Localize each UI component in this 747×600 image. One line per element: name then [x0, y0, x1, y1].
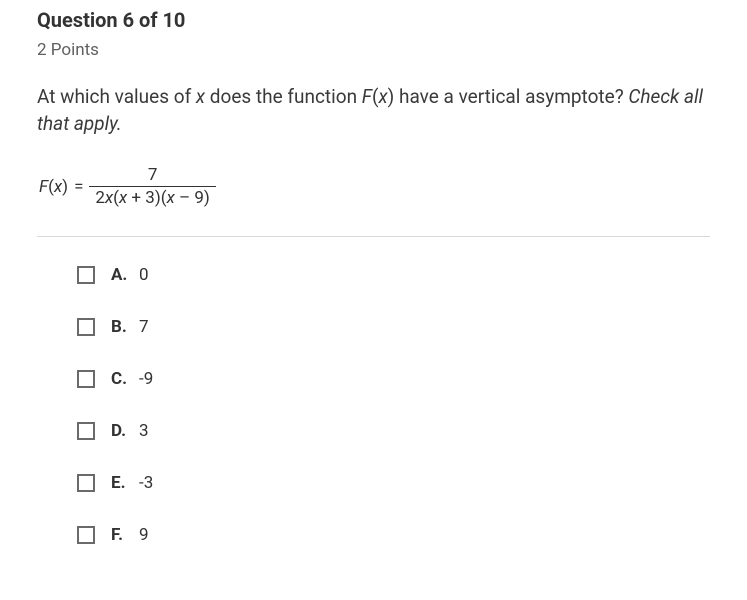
- option-value-c: -9: [139, 369, 153, 389]
- formula-lhs: F(x): [39, 177, 68, 197]
- prompt-func-F: F: [362, 85, 372, 108]
- option-letter-e: E.: [111, 473, 129, 493]
- option-row-b: B. 7: [77, 317, 710, 337]
- formula-equals: =: [74, 177, 83, 197]
- option-row-a: A. 0: [77, 265, 710, 285]
- option-letter-d: D.: [111, 421, 129, 441]
- prompt-var-x1: x: [196, 85, 205, 108]
- formula-F: F: [39, 177, 48, 197]
- option-value-e: -3: [139, 473, 153, 493]
- section-divider: [37, 236, 710, 237]
- denom-plus: + 3: [127, 188, 155, 208]
- option-row-e: E. -3: [77, 473, 710, 493]
- checkbox-e[interactable]: [77, 474, 95, 492]
- formula-denominator: 2x(x + 3)(x – 9): [89, 186, 215, 208]
- option-letter-b: B.: [111, 317, 129, 337]
- formula-fraction: 7 2x(x + 3)(x – 9): [89, 165, 215, 208]
- checkbox-d[interactable]: [77, 422, 95, 440]
- denom-p2c: ): [204, 188, 210, 208]
- checkbox-a[interactable]: [77, 266, 95, 284]
- checkbox-b[interactable]: [77, 318, 95, 336]
- formula-numerator: 7: [142, 165, 164, 186]
- prompt-middle: does the function: [205, 85, 362, 108]
- option-row-d: D. 3: [77, 421, 710, 441]
- formula-x: x: [54, 177, 62, 197]
- formula-display: F(x) = 7 2x(x + 3)(x – 9): [37, 165, 710, 208]
- option-letter-a: A.: [111, 265, 129, 285]
- checkbox-c[interactable]: [77, 370, 95, 388]
- question-number: Question 6 of 10: [37, 8, 710, 32]
- prompt-var-x2: x: [379, 85, 388, 108]
- answer-options: A. 0 B. 7 C. -9 D. 3 E. -3 F. 9: [37, 265, 710, 545]
- denom-x1: x: [105, 188, 113, 208]
- prompt-suffix: have a vertical asymptote?: [394, 85, 628, 108]
- question-container: Question 6 of 10 2 Points At which value…: [0, 0, 747, 597]
- option-value-b: 7: [139, 317, 149, 337]
- denom-x3: x: [167, 188, 175, 208]
- checkbox-f[interactable]: [77, 526, 95, 544]
- option-row-f: F. 9: [77, 525, 710, 545]
- denom-minus: – 9: [175, 188, 204, 208]
- option-letter-f: F.: [111, 525, 129, 545]
- option-value-f: 9: [139, 525, 149, 545]
- denom-p1c: )(: [155, 188, 167, 208]
- denom-2: 2: [95, 188, 105, 208]
- question-prompt: At which values of x does the function F…: [37, 84, 710, 137]
- option-row-c: C. -9: [77, 369, 710, 389]
- formula-close: ): [62, 177, 68, 197]
- denom-x2: x: [119, 188, 127, 208]
- option-letter-c: C.: [111, 369, 129, 389]
- option-value-a: 0: [139, 265, 149, 285]
- option-value-d: 3: [139, 421, 149, 441]
- prompt-prefix: At which values of: [37, 85, 196, 108]
- points-label: 2 Points: [37, 40, 710, 60]
